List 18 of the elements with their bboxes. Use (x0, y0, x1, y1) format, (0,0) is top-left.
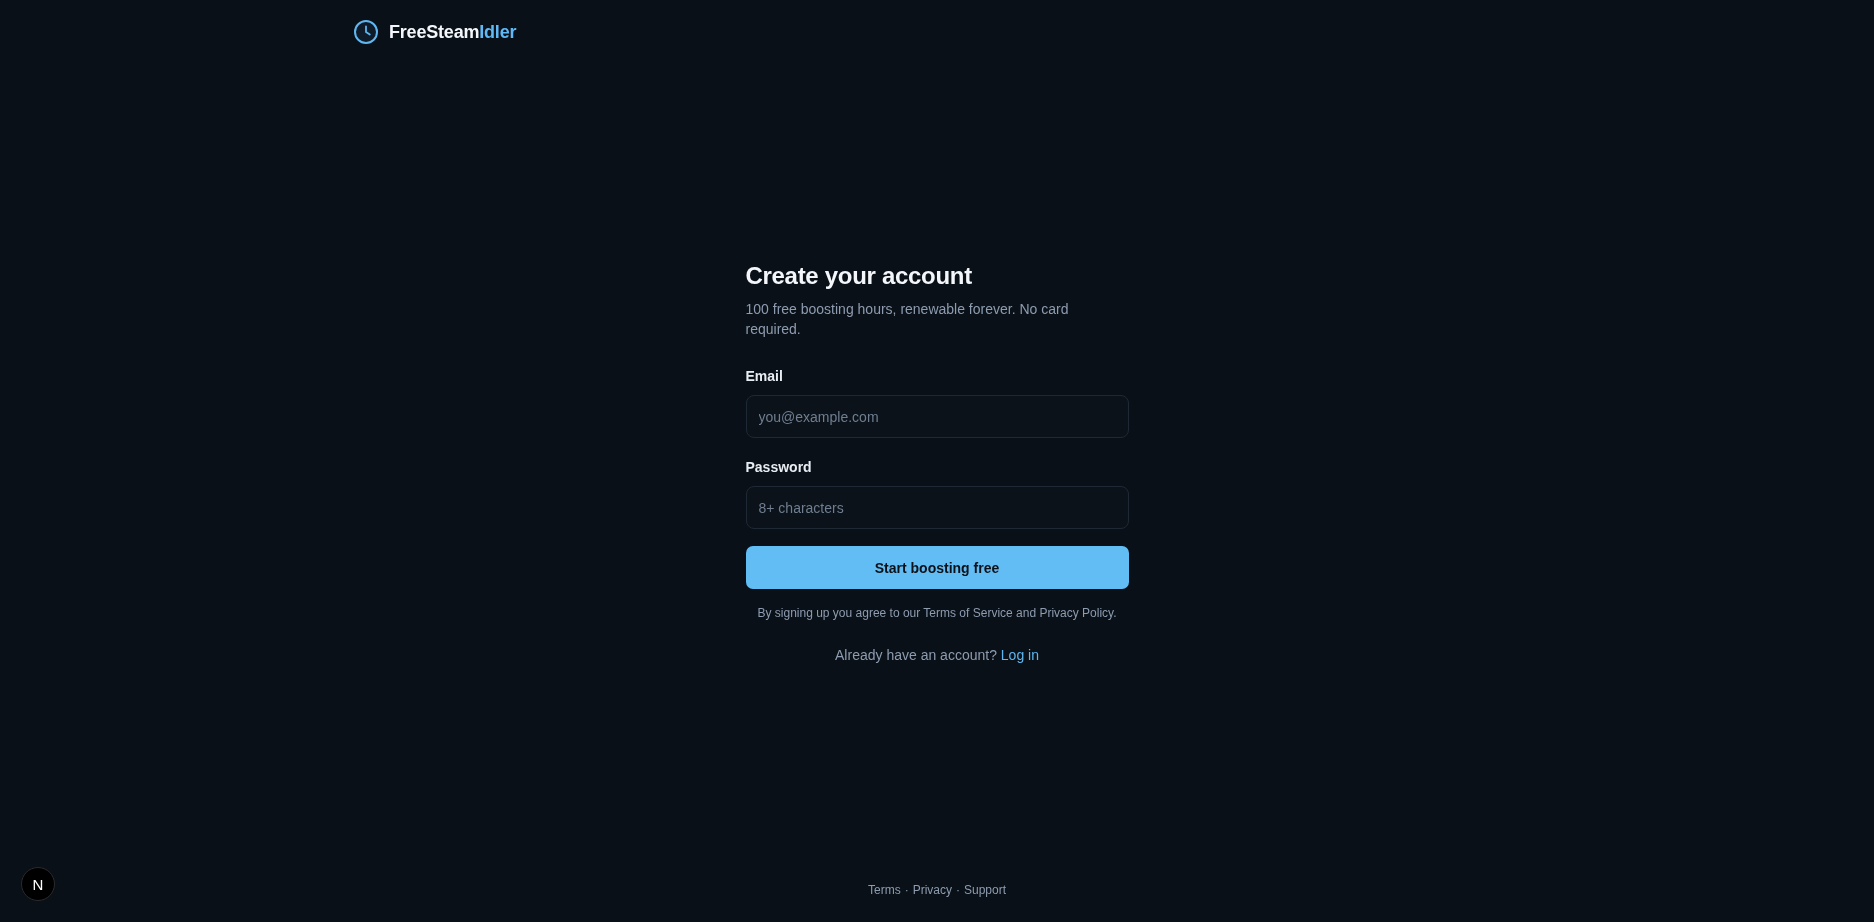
footer-link[interactable]: Terms (867, 882, 901, 898)
clock-icon (354, 20, 378, 44)
email-label: Email (745, 367, 783, 386)
brand-name[interactable]: FreeSteamIdler (389, 20, 517, 44)
separator-text: · (956, 882, 960, 898)
password-field[interactable]: 8+ characters (745, 486, 1129, 529)
footer-link[interactable]: Privacy (912, 882, 952, 898)
submit-button[interactable]: Start boosting free (745, 546, 1129, 589)
subtitle-text: 100 free boosting hours, renewable forever. No card required. (745, 300, 1070, 339)
legal-notice: By signing up you agree to our Terms of Service and Privacy Policy. (756, 605, 1118, 621)
dev-tools-button[interactable]: N (21, 867, 55, 901)
login-prompt: Already have an account? Log in (835, 646, 1039, 665)
email-field[interactable]: you@example.com (745, 395, 1129, 438)
login-link[interactable]: Log in (1000, 647, 1039, 663)
separator-text: · (904, 882, 909, 898)
footer-link[interactable]: Support (964, 882, 1006, 898)
page-title: Create your account (745, 261, 973, 291)
password-label: Password (745, 458, 812, 477)
